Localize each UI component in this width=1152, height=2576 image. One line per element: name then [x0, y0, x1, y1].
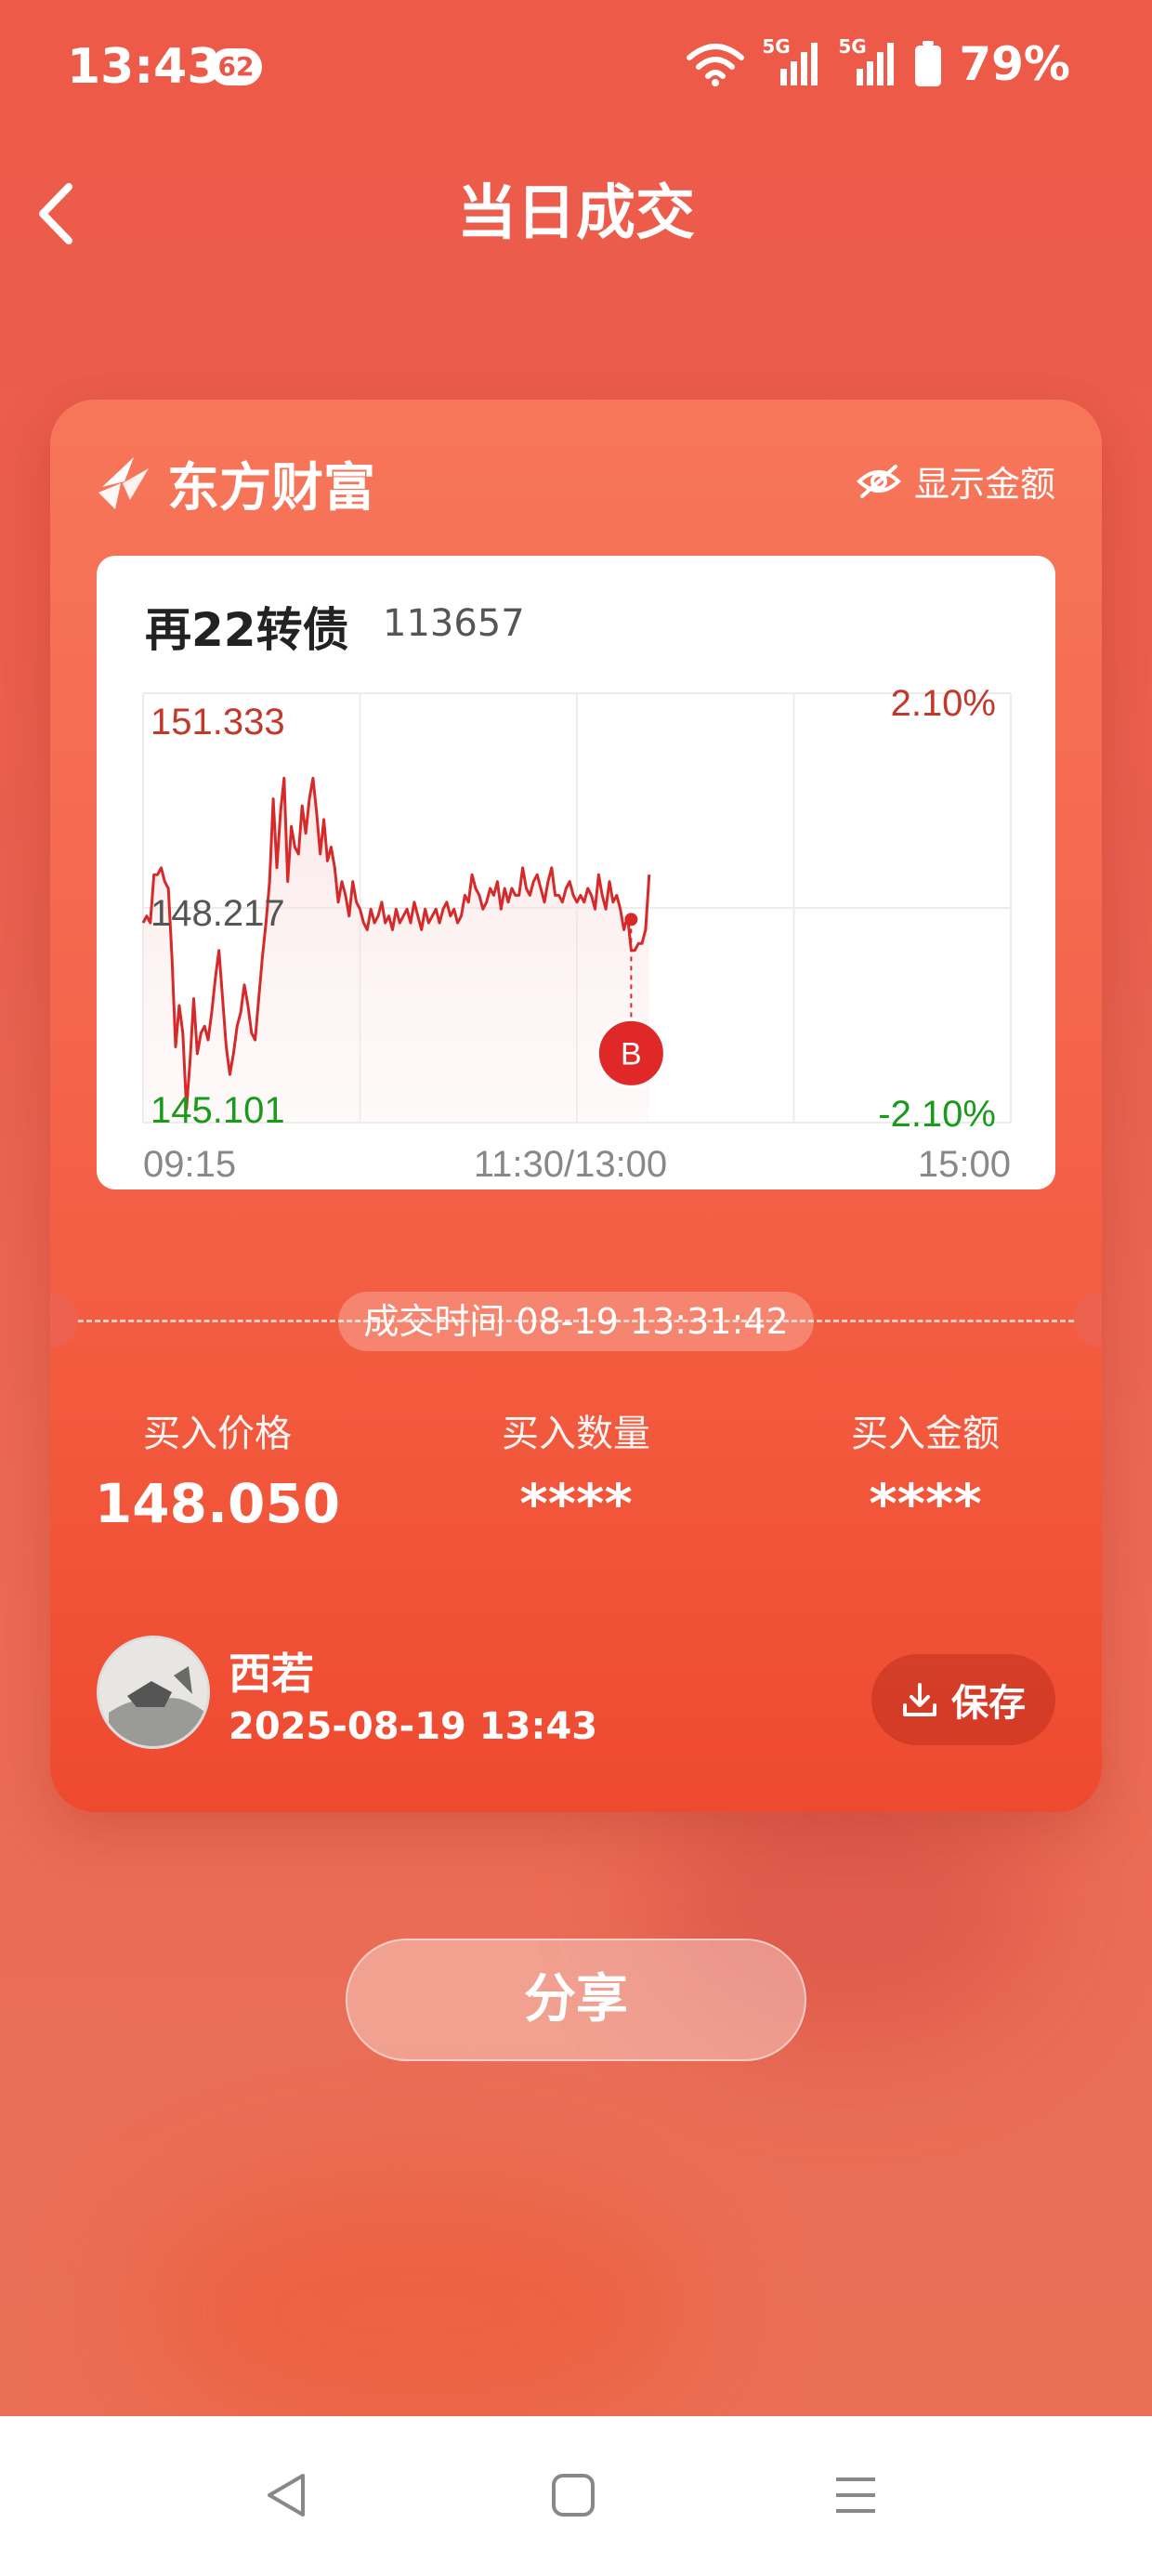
menu-icon [836, 2477, 875, 2513]
price-line-chart: B 151.333 148.217 145.101 2.10% -2.10% 0… [141, 683, 1012, 1185]
stat-buy-price: 买入价格 148.050 [78, 1403, 357, 1535]
stat-value: **** [519, 1472, 633, 1535]
save-label: 保存 [951, 1682, 1026, 1725]
brand-logo: 东方财富 [97, 446, 375, 521]
page-title: 当日成交 [457, 179, 695, 248]
signal-icon [857, 43, 895, 85]
background-glow [139, 2184, 697, 2444]
signal-group-1: 5G [762, 35, 821, 87]
pct-high-label: 2.10% [891, 683, 996, 724]
trade-card: 东方财富 显示金额 再22转债 113657 B 151.333 148.217… [50, 400, 1102, 1812]
system-nav-bar [0, 2416, 1152, 2576]
buy-marker-label: B [621, 1036, 642, 1071]
y-mid-label: 148.217 [151, 893, 285, 934]
battery-percent: 79% [959, 37, 1070, 91]
ticket-notch-left [50, 1292, 78, 1347]
stat-label: 买入数量 [502, 1413, 650, 1455]
y-high-label: 151.333 [151, 702, 285, 743]
show-amount-toggle[interactable]: 显示金额 [857, 455, 1055, 506]
eye-hidden-icon [857, 464, 901, 498]
nav-menu-button[interactable] [814, 2453, 897, 2537]
nav-back-button[interactable] [245, 2453, 329, 2537]
trade-time: 成交时间 08-19 13:31:42 [338, 1292, 814, 1351]
show-amount-label: 显示金额 [913, 464, 1055, 505]
stat-label: 买入价格 [143, 1413, 292, 1455]
stat-buy-amount: 买入金额 **** [786, 1403, 1065, 1535]
nav-home-button[interactable] [531, 2453, 615, 2537]
notification-badge: 62 [210, 48, 262, 85]
download-icon [903, 1683, 936, 1716]
signal-group-2: 5G [838, 35, 897, 87]
ticket-notch-right [1074, 1292, 1102, 1347]
status-bar: 13:43 62 5G 5G 79% [0, 0, 1152, 139]
battery-icon [915, 41, 942, 86]
y-low-label: 145.101 [151, 1090, 285, 1131]
eastmoney-logo-icon [98, 456, 149, 509]
status-icons: 5G 5G 79% [686, 35, 1070, 91]
x-tick-label: 15:00 [918, 1144, 1011, 1185]
buy-marker-dot [624, 913, 638, 927]
pct-low-label: -2.10% [878, 1094, 996, 1135]
stat-buy-quantity: 买入数量 **** [437, 1403, 715, 1535]
wifi-icon [687, 44, 745, 86]
square-home-icon [552, 2474, 595, 2517]
stat-value: **** [869, 1472, 982, 1535]
avatar-image [99, 1638, 207, 1746]
brand-name: 东方财富 [167, 458, 375, 519]
user-datetime: 2025-08-19 13:43 [229, 1705, 598, 1748]
signal-icon [780, 43, 818, 85]
stat-value: 148.050 [94, 1472, 341, 1535]
x-tick-label: 09:15 [143, 1144, 236, 1185]
save-button[interactable]: 保存 [871, 1654, 1055, 1745]
stat-label: 买入金额 [851, 1413, 1000, 1455]
avatar[interactable] [97, 1636, 210, 1749]
user-name: 西若 [229, 1649, 314, 1699]
intraday-chart: 再22转债 113657 B 151.333 148.217 145.101 2… [97, 556, 1055, 1189]
x-tick-label: 11:30/13:00 [474, 1144, 667, 1185]
status-time: 13:43 [67, 39, 221, 95]
share-button[interactable]: 分享 [346, 1939, 806, 2061]
triangle-back-icon [268, 2474, 305, 2517]
